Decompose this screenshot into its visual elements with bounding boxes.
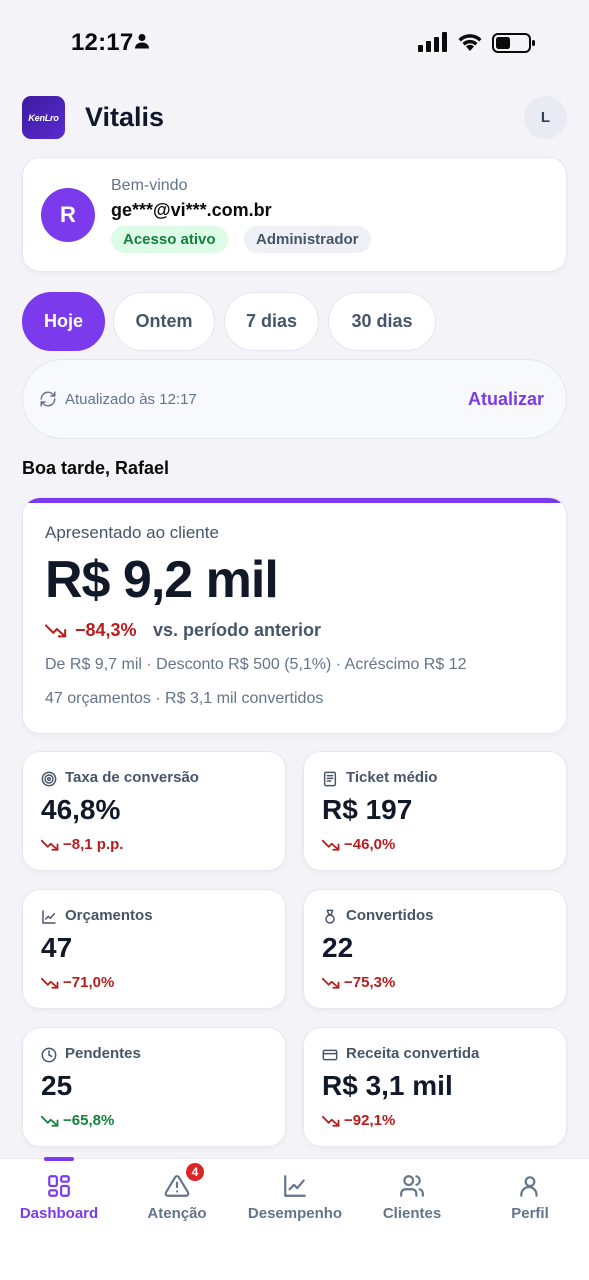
tab-ontem[interactable]: Ontem [113,292,215,351]
welcome-label: Bem-vindo [111,177,188,194]
nav-label: Desempenho [247,1205,343,1222]
clock-icon [41,1047,57,1068]
status-badge-active: Acesso ativo [111,226,228,253]
nav-label: Perfil [511,1205,549,1222]
nav-clients[interactable]: Clientes [353,1159,471,1239]
profile-icon [517,1173,543,1204]
tab-30-dias[interactable]: 30 dias [328,292,436,351]
person-icon [134,33,150,54]
metric-card-conversion-rate[interactable]: Taxa de conversão 46,8% −8,1 p.p. [22,751,286,871]
metric-value: R$ 3,1 mil [322,1070,453,1101]
metric-change: −92,1% [344,1112,396,1129]
app-title: Vitalis [85,102,165,132]
metric-value: 46,8% [41,794,121,825]
metric-change: −71,0% [63,974,115,991]
refresh-button[interactable]: Atualizar [468,389,544,410]
metric-label: Receita convertida [346,1045,480,1062]
medal-icon [322,909,338,930]
metric-label: Convertidos [346,907,434,924]
nav-label: Atenção [147,1205,207,1222]
user-avatar-button[interactable]: L [524,96,567,139]
target-icon [41,771,57,792]
kpi-change: −84,3% [75,620,137,640]
metric-card-pending[interactable]: Pendentes 25 −65,8% [22,1027,286,1147]
metric-label: Pendentes [65,1045,141,1062]
signal-icon [418,32,448,57]
metric-label: Orçamentos [65,907,153,924]
metric-card-budgets[interactable]: Orçamentos 47 −71,0% [22,889,286,1009]
metric-change: −75,3% [344,974,396,991]
kpi-change-suffix: vs. período anterior [153,620,322,640]
line-chart-icon [41,909,57,930]
kpi-detail-secondary: 47 orçamentos · R$ 3,1 mil convertidos [45,690,324,707]
user-email: ge***@vi***.com.br [111,200,272,220]
trend-down-icon [44,622,67,643]
update-bar: Atualizado às 12:17 Atualizar [22,359,567,439]
trend-down-icon [40,976,59,994]
receipt-icon [322,771,338,792]
nav-profile[interactable]: Perfil [471,1159,589,1239]
bottom-nav: Dashboard 4 Atenção Desempenho Clientes … [0,1157,589,1280]
welcome-card: R Bem-vindo ge***@vi***.com.br Acesso at… [22,157,567,272]
card-accent-bar [23,498,566,503]
greeting: Boa tarde, Rafael [22,458,170,478]
kpi-label: Apresentado ao cliente [45,523,219,542]
wifi-icon [456,32,484,57]
metric-card-ticket[interactable]: Ticket médio R$ 197 −46,0% [303,751,567,871]
trend-down-icon [40,1114,59,1132]
app-logo: KenLro [22,96,65,139]
metric-change: −46,0% [344,836,396,853]
nav-performance[interactable]: Desempenho [236,1159,354,1239]
notification-badge: 4 [184,1161,206,1183]
trend-down-icon [321,976,340,994]
nav-dashboard[interactable]: Dashboard [0,1157,118,1239]
metric-label: Taxa de conversão [65,769,199,786]
presented-kpi-card: Apresentado ao cliente R$ 9,2 mil −84,3%… [22,497,567,734]
battery-icon [492,33,536,58]
role-badge: Administrador [244,226,371,253]
logo-text: KenLro [28,112,59,123]
metric-value: R$ 197 [322,794,413,825]
chart-icon [282,1173,308,1204]
status-bar: 12:17 [0,0,589,80]
metric-value: 25 [41,1070,73,1101]
refresh-icon [39,390,57,413]
metric-change: −65,8% [63,1112,115,1129]
active-indicator [44,1157,74,1161]
trend-down-icon [321,838,340,856]
nav-label: Clientes [382,1205,442,1222]
trend-down-icon [40,838,59,856]
nav-label: Dashboard [19,1205,99,1222]
status-time: 12:17 [71,29,134,56]
metric-label: Ticket médio [346,769,438,786]
kpi-value: R$ 9,2 mil [45,551,279,609]
metric-card-converted[interactable]: Convertidos 22 −75,3% [303,889,567,1009]
users-icon [398,1173,426,1204]
tab-hoje[interactable]: Hoje [22,292,105,351]
metric-change: −8,1 p.p. [63,836,124,853]
metric-value: 22 [322,932,354,963]
nav-attention[interactable]: 4 Atenção [118,1159,236,1239]
avatar: R [41,188,95,242]
kpi-detail: De R$ 9,7 mil · Desconto R$ 500 (5,1%) ·… [45,656,467,673]
trend-down-icon [321,1114,340,1132]
metric-card-revenue[interactable]: Receita convertida R$ 3,1 mil −92,1% [303,1027,567,1147]
wallet-icon [322,1047,338,1068]
metric-value: 47 [41,932,73,963]
last-updated-text: Atualizado às 12:17 [65,391,197,408]
dashboard-icon [46,1173,72,1204]
tab-7-dias[interactable]: 7 dias [224,292,319,351]
